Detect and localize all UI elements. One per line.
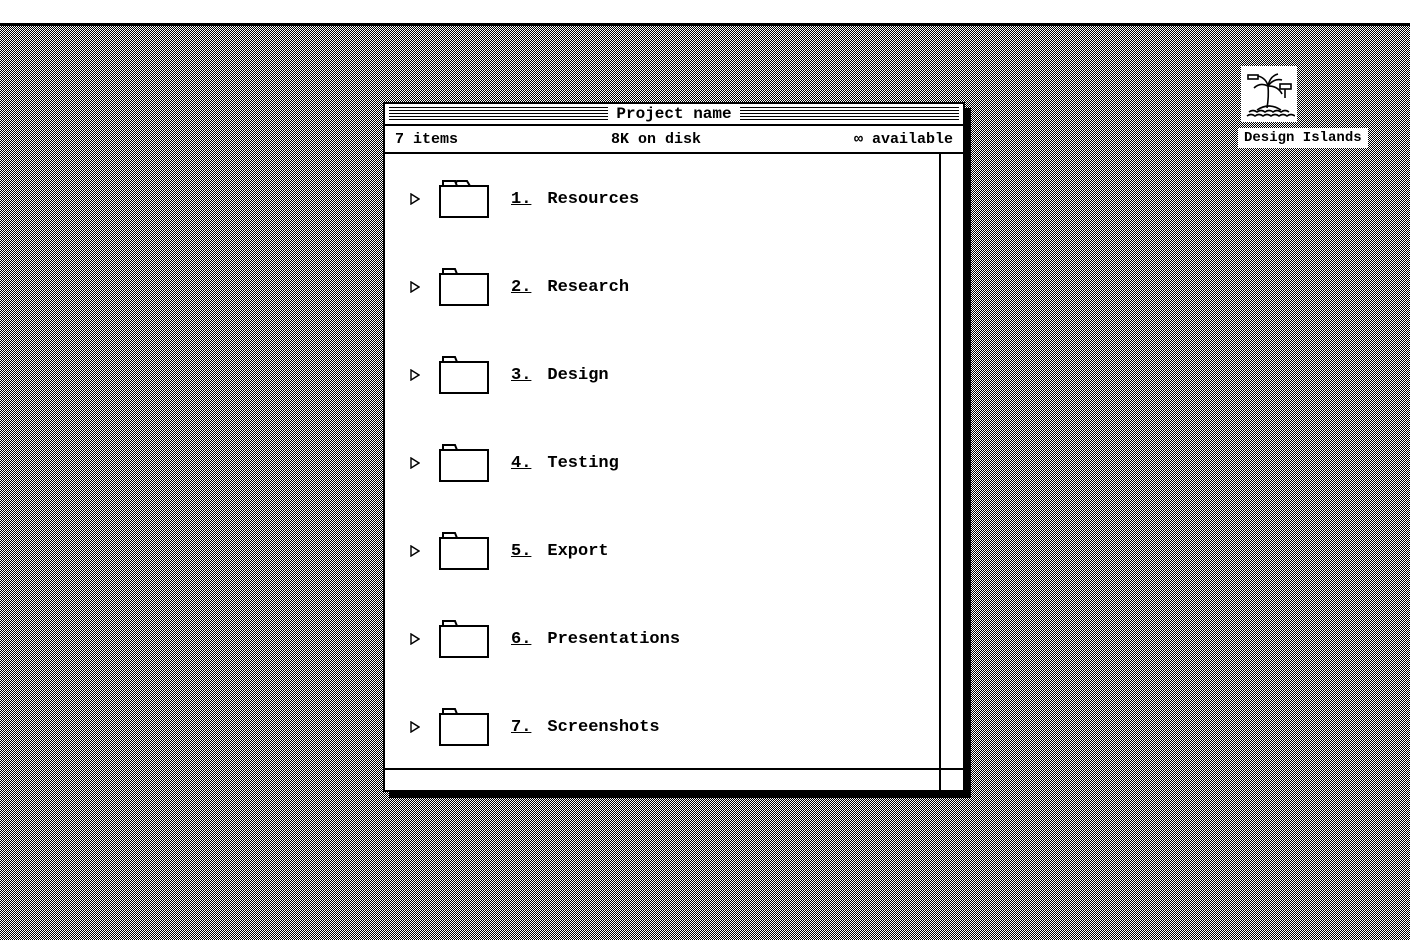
disclosure-triangle-icon[interactable] bbox=[409, 721, 421, 733]
window-titlebar[interactable]: Project name bbox=[385, 104, 963, 126]
info-disk-used: 8K on disk bbox=[611, 131, 701, 148]
folder-row[interactable]: 6. Presentations bbox=[409, 618, 919, 660]
folder-number: 3. bbox=[511, 366, 531, 385]
folder-number: 7. bbox=[511, 718, 531, 737]
folder-label[interactable]: Export bbox=[547, 542, 608, 561]
menu-bar[interactable] bbox=[0, 0, 1410, 26]
folder-number: 4. bbox=[511, 454, 531, 473]
disclosure-triangle-icon[interactable] bbox=[409, 545, 421, 557]
folder-label[interactable]: Testing bbox=[547, 454, 618, 473]
folder-label[interactable]: Presentations bbox=[547, 630, 680, 649]
folder-icon bbox=[437, 178, 491, 220]
folder-row[interactable]: 5. Export bbox=[409, 530, 919, 572]
island-disk-icon bbox=[1241, 66, 1297, 122]
finder-window: Project name 7 items 8K on disk ∞ availa… bbox=[383, 102, 965, 792]
folder-icon bbox=[437, 706, 491, 748]
folder-label[interactable]: Resources bbox=[547, 190, 639, 209]
folder-label[interactable]: Design bbox=[547, 366, 608, 385]
resize-handle[interactable] bbox=[941, 770, 963, 790]
folder-row[interactable]: 4. Testing bbox=[409, 442, 919, 484]
disclosure-triangle-icon[interactable] bbox=[409, 633, 421, 645]
disclosure-triangle-icon[interactable] bbox=[409, 457, 421, 469]
folder-row[interactable]: 2. Research bbox=[409, 266, 919, 308]
disclosure-triangle-icon[interactable] bbox=[409, 369, 421, 381]
folder-number: 6. bbox=[511, 630, 531, 649]
folder-icon bbox=[437, 442, 491, 484]
folder-icon bbox=[437, 266, 491, 308]
desktop-disk-icon[interactable]: Design Islands bbox=[1238, 66, 1300, 148]
folder-icon bbox=[437, 530, 491, 572]
info-item-count: 7 items bbox=[395, 131, 458, 148]
folder-label[interactable]: Screenshots bbox=[547, 718, 659, 737]
folder-row[interactable]: 1. Resources bbox=[409, 178, 919, 220]
info-available: ∞ available bbox=[854, 131, 953, 148]
folder-number: 5. bbox=[511, 542, 531, 561]
folder-label[interactable]: Research bbox=[547, 278, 629, 297]
folder-list: 1. Resources 2. Research bbox=[385, 154, 941, 768]
folder-row[interactable]: 3. Design bbox=[409, 354, 919, 396]
disclosure-triangle-icon[interactable] bbox=[409, 193, 421, 205]
disclosure-triangle-icon[interactable] bbox=[409, 281, 421, 293]
folder-row[interactable]: 7. Screenshots bbox=[409, 706, 919, 748]
desktop-disk-label[interactable]: Design Islands bbox=[1238, 128, 1368, 148]
window-title: Project name bbox=[608, 105, 739, 123]
horizontal-scrollbar[interactable] bbox=[385, 770, 941, 790]
folder-icon bbox=[437, 618, 491, 660]
folder-icon bbox=[437, 354, 491, 396]
window-info-bar: 7 items 8K on disk ∞ available bbox=[385, 126, 963, 154]
folder-number: 2. bbox=[511, 278, 531, 297]
vertical-scrollbar[interactable] bbox=[941, 154, 963, 768]
folder-number: 1. bbox=[511, 190, 531, 209]
